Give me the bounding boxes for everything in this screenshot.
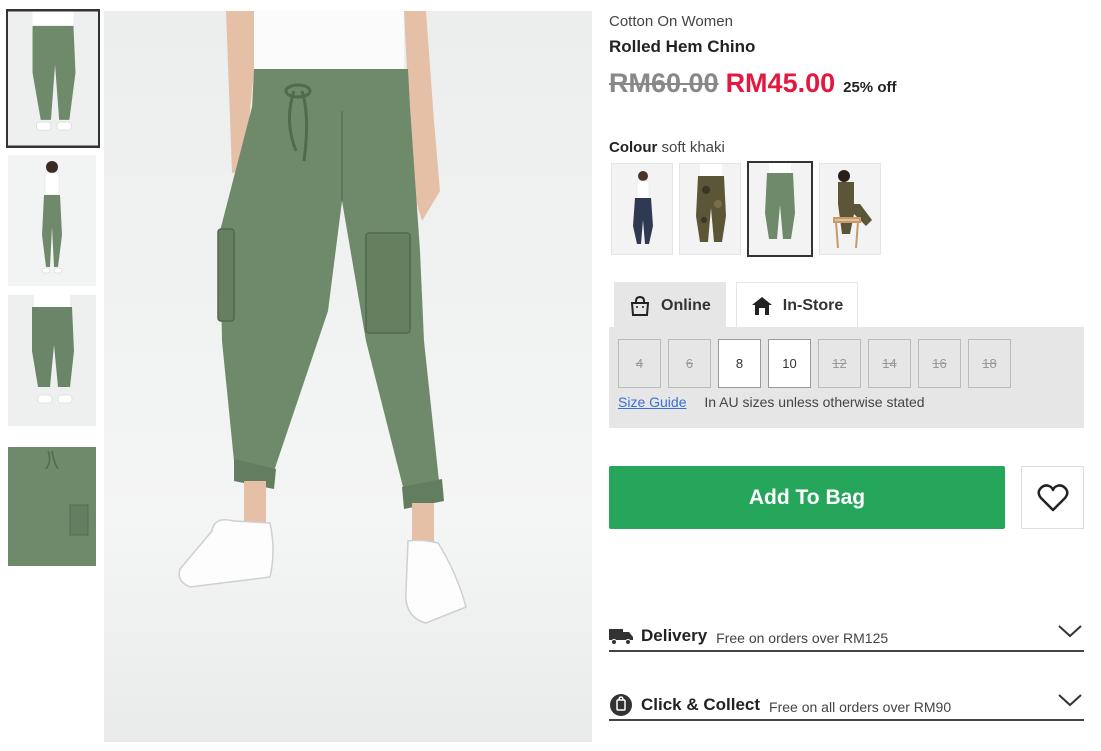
main-product-image xyxy=(104,11,592,742)
product-brand: Cotton On Women xyxy=(609,13,733,30)
tab-online-label: Online xyxy=(661,296,711,314)
size-option-14[interactable]: 14 xyxy=(868,339,911,388)
size-selector-panel: 4 6 8 10 12 14 16 18 Size Guide In AU si… xyxy=(609,327,1084,428)
click-collect-label: Click & Collect xyxy=(641,695,761,714)
chevron-down-icon xyxy=(1058,624,1082,643)
size-option-16[interactable]: 16 xyxy=(918,339,961,388)
price-row: RM60.00 RM45.00 25% off xyxy=(609,68,1085,102)
sale-price: RM45.00 xyxy=(725,68,836,98)
size-option-12[interactable]: 12 xyxy=(818,339,861,388)
discount-badge: 25% off xyxy=(843,79,897,96)
chevron-down-icon xyxy=(1058,693,1082,712)
thumbnail-2[interactable] xyxy=(8,155,96,286)
delivery-label: Delivery xyxy=(641,626,708,645)
product-image-thumb-detail xyxy=(8,435,96,566)
swatch-image-soft-khaki xyxy=(749,163,811,255)
thumbnail-4[interactable] xyxy=(8,435,96,566)
thumbnail-3[interactable] xyxy=(8,295,96,426)
tab-in-store[interactable]: In-Store xyxy=(735,282,859,328)
thumbnail-1[interactable] xyxy=(6,9,100,148)
heart-icon xyxy=(1036,483,1069,511)
product-title: Rolled Hem Chino xyxy=(609,37,756,56)
size-option-6[interactable]: 6 xyxy=(668,339,711,388)
swatch-image-camo-seated xyxy=(820,164,880,254)
product-photo xyxy=(178,11,467,624)
colour-swatch-camo[interactable] xyxy=(679,163,741,255)
click-collect-info: Free on all orders over RM90 xyxy=(769,698,952,715)
truck-icon xyxy=(609,624,633,648)
size-options: 4 6 8 10 12 14 16 18 xyxy=(618,339,1018,388)
swatch-image-camo xyxy=(680,164,740,254)
click-collect-accordion[interactable]: Click & Collect Free on all orders over … xyxy=(609,691,1084,721)
shopping-bag-icon xyxy=(630,295,650,316)
tab-online[interactable]: Online xyxy=(614,282,726,328)
colour-swatches xyxy=(611,161,887,257)
size-option-10[interactable]: 10 xyxy=(768,339,811,388)
size-option-4[interactable]: 4 xyxy=(618,339,661,388)
product-image-thumb-front xyxy=(8,11,98,146)
availability-tabs: Online In-Store xyxy=(614,282,868,328)
size-option-18[interactable]: 18 xyxy=(968,339,1011,388)
delivery-accordion[interactable]: Delivery Free on orders over RM125 xyxy=(609,622,1084,652)
product-image-thumb-full xyxy=(8,155,96,286)
colour-swatch-soft-khaki[interactable] xyxy=(747,161,813,257)
thumbnail-gallery xyxy=(6,9,100,575)
colour-swatch-navy[interactable] xyxy=(611,163,673,255)
tab-in-store-label: In-Store xyxy=(782,296,844,314)
delivery-info: Free on orders over RM125 xyxy=(716,629,889,646)
wishlist-button[interactable] xyxy=(1021,466,1084,529)
store-icon xyxy=(751,296,772,315)
size-guide-row: Size Guide In AU sizes unless otherwise … xyxy=(618,394,925,410)
colour-value: soft khaki xyxy=(661,139,725,156)
click-collect-icon xyxy=(609,693,633,717)
original-price: RM60.00 xyxy=(609,68,719,98)
colour-swatch-camo-model[interactable] xyxy=(819,163,881,255)
size-guide-link[interactable]: Size Guide xyxy=(618,394,686,410)
colour-row: Colour soft khaki xyxy=(609,139,725,156)
size-option-8[interactable]: 8 xyxy=(718,339,761,388)
swatch-image-navy xyxy=(612,164,672,254)
product-image-thumb-back xyxy=(8,295,96,426)
product-info: Cotton On Women Rolled Hem Chino RM60.00… xyxy=(609,12,1085,721)
colour-label: Colour xyxy=(609,139,658,156)
add-to-bag-button[interactable]: Add To Bag xyxy=(609,466,1005,529)
size-note: In AU sizes unless otherwise stated xyxy=(704,394,925,410)
